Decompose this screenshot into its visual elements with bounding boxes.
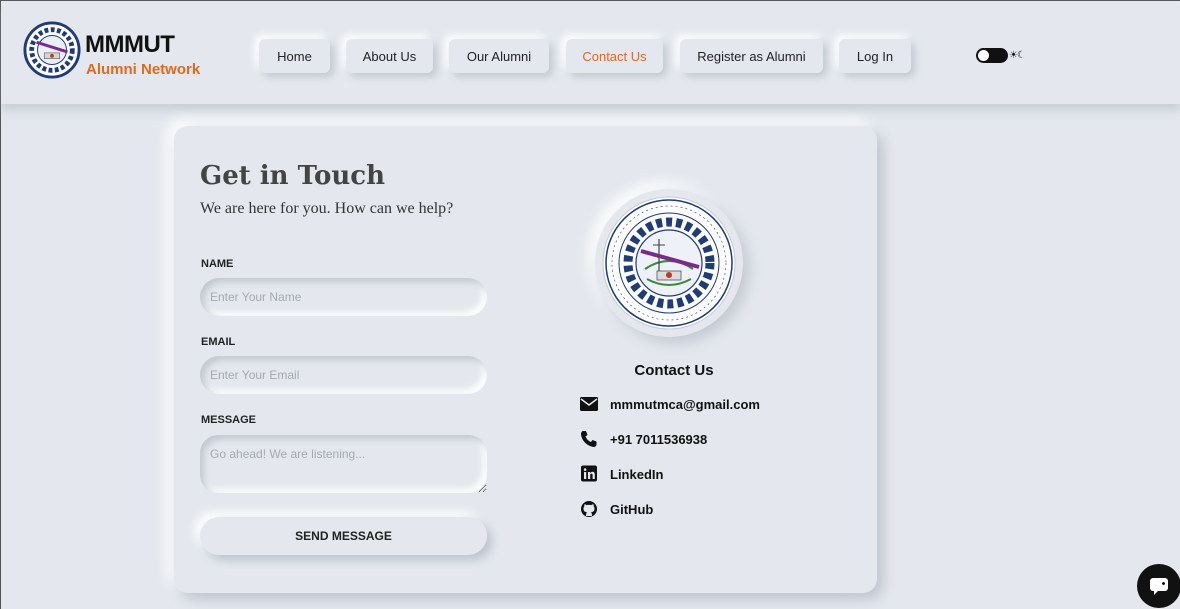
name-input[interactable] <box>200 278 487 316</box>
github-icon <box>581 501 597 517</box>
contact-email[interactable]: mmmutmca@gmail.com <box>579 396 760 412</box>
contact-phone-text: +91 7011536938 <box>610 431 708 447</box>
email-label: EMAIL <box>201 336 236 348</box>
contact-linkedin-text: LinkedIn <box>610 466 664 482</box>
contact-github[interactable]: GitHub <box>579 500 653 518</box>
contact-card: Get in Touch We are here for you. How ca… <box>174 126 877 593</box>
university-logo <box>23 21 81 79</box>
nav-about-us[interactable]: About Us <box>346 39 433 73</box>
theme-toggle[interactable]: ☀☾ <box>976 47 1032 63</box>
nav-contact-us[interactable]: Contact Us <box>566 39 663 73</box>
chat-button[interactable] <box>1137 564 1180 608</box>
nav-register-alumni[interactable]: Register as Alumni <box>680 39 823 73</box>
phone-icon <box>581 431 597 447</box>
message-textarea[interactable] <box>200 435 487 493</box>
nav-home[interactable]: Home <box>259 39 330 73</box>
mail-icon <box>580 397 598 411</box>
contact-github-text: GitHub <box>610 501 654 517</box>
name-label: NAME <box>201 258 234 270</box>
form-subheading: We are here for you. How can we help? <box>200 200 454 217</box>
university-seal <box>595 189 743 337</box>
toggle-knob <box>978 49 989 61</box>
contact-linkedin[interactable]: LinkedIn <box>579 465 663 483</box>
nav-our-alumni[interactable]: Our Alumni <box>449 39 549 73</box>
contact-phone[interactable]: +91 7011536938 <box>579 430 707 448</box>
message-label: MESSAGE <box>201 414 257 426</box>
contact-email-text: mmmutmca@gmail.com <box>610 396 760 412</box>
toggle-track[interactable] <box>976 47 1008 63</box>
contact-title: Contact Us <box>634 362 714 379</box>
brand-title: MMMUT <box>85 31 175 58</box>
chat-icon <box>1150 578 1168 595</box>
send-message-button[interactable]: SEND MESSAGE <box>200 517 487 555</box>
navbar: MMMUT Alumni Network Home About Us Our A… <box>1 1 1180 104</box>
brand[interactable]: MMMUT Alumni Network <box>23 21 200 79</box>
form-heading: Get in Touch <box>200 161 385 191</box>
brand-subtitle: Alumni Network <box>86 61 201 78</box>
nav-log-in[interactable]: Log In <box>839 39 911 73</box>
email-input[interactable] <box>200 356 487 394</box>
linkedin-icon <box>581 465 597 482</box>
university-seal-image <box>602 196 736 330</box>
sun-moon-icon: ☀☾ <box>1009 49 1026 61</box>
